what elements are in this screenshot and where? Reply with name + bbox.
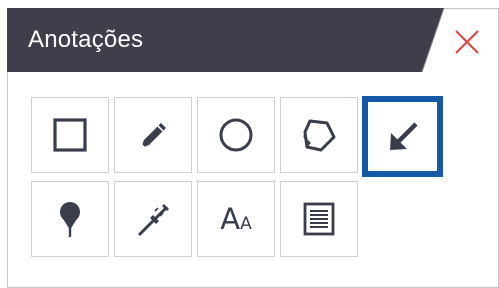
polygon-icon [303, 119, 336, 152]
rectangle-tool-button[interactable] [31, 97, 109, 173]
circle-tool-button[interactable] [197, 97, 275, 173]
caliper-measure-icon [137, 204, 169, 237]
close-icon [455, 30, 479, 54]
text-tool-button[interactable]: AA [197, 181, 275, 257]
note-tool-button[interactable] [280, 181, 358, 257]
arrow-icon [389, 121, 418, 150]
arrow-tool-button[interactable] [362, 96, 443, 177]
pencil-icon [141, 123, 166, 148]
circle-icon [219, 118, 253, 152]
map-pin-tool-button[interactable] [31, 181, 109, 257]
panel-title: Anotações [28, 26, 144, 53]
text-icon: AA [220, 202, 252, 236]
panel-header: Anotações [7, 8, 499, 72]
map-pin-icon [60, 202, 80, 237]
pencil-tool-button[interactable] [114, 97, 192, 173]
note-icon [303, 202, 335, 236]
close-button[interactable] [454, 29, 480, 55]
polygon-tool-button[interactable] [280, 97, 358, 173]
measure-tool-button[interactable] [114, 181, 192, 257]
rectangle-icon [53, 118, 87, 152]
